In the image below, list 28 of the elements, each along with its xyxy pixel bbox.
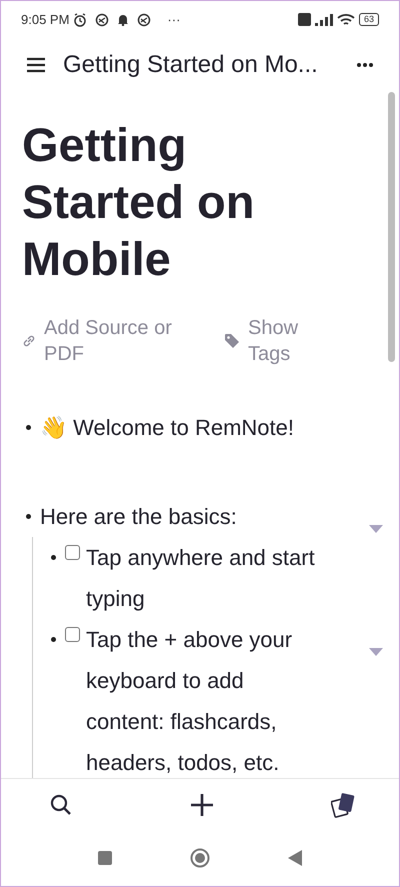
link-icon	[22, 334, 36, 348]
bell-icon	[117, 13, 130, 26]
wifi-icon	[336, 12, 355, 26]
app-icon	[137, 12, 152, 26]
rem-text: 👋 Welcome to RemNote!	[40, 414, 294, 442]
scrollbar[interactable]	[388, 92, 395, 362]
todo-text: Tap anywhere and start typing	[86, 544, 316, 613]
alarm-icon	[73, 12, 88, 26]
bullet[interactable]	[26, 425, 30, 430]
tag-icon	[224, 333, 240, 349]
checkbox[interactable]	[65, 545, 80, 560]
checkbox[interactable]	[65, 627, 80, 642]
status-time: 9:05 PM	[21, 10, 70, 29]
app-icon	[95, 12, 110, 26]
bullet[interactable]	[50, 637, 56, 642]
signal-icon	[314, 14, 333, 26]
status-overflow: ···	[167, 10, 180, 29]
todo-text: Tap the + above your keyboard to add content: flashcards, headers, todos, etc.	[86, 626, 294, 777]
bullet[interactable]	[50, 555, 56, 560]
add-source-link[interactable]: Add Source or PDF	[44, 315, 204, 367]
volte-icon	[298, 13, 311, 26]
rem-text: Here are the basics:	[40, 503, 237, 531]
document-title: Getting Started on Mobile	[22, 117, 256, 287]
battery-indicator: 63	[358, 13, 379, 26]
page-title: Getting Started on Mo...	[63, 50, 319, 80]
more-icon	[357, 63, 373, 67]
show-tags-link[interactable]: Show Tags	[248, 315, 308, 367]
bullet[interactable]	[26, 514, 30, 519]
